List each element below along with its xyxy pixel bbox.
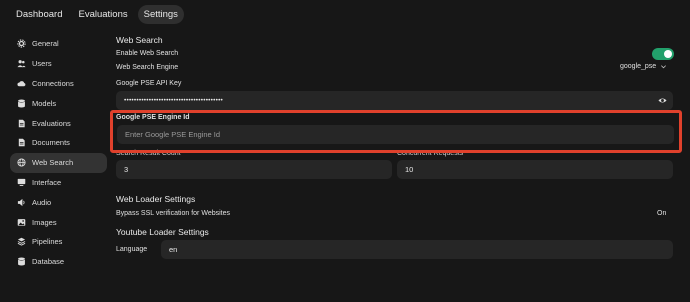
gear-icon [16, 39, 26, 49]
language-value: en [169, 245, 178, 254]
tab-settings[interactable]: Settings [137, 5, 184, 24]
sidebar-item-pipelines[interactable]: Pipelines [10, 232, 107, 252]
google-pse-engine-id-field[interactable] [117, 125, 674, 144]
monitor-icon [16, 177, 26, 187]
database-icon [16, 257, 26, 267]
sidebar-item-documents[interactable]: Documents [10, 133, 107, 153]
google-pse-api-key-field[interactable]: •••••••••••••••••••••••••••••••••••••••• [116, 91, 673, 110]
web-search-engine-select[interactable]: google_pse [620, 63, 667, 70]
sidebar-item-evaluations[interactable]: Evaluations [10, 113, 107, 133]
concurrent-requests-input[interactable]: 10 [397, 160, 673, 179]
sidebar-item-audio[interactable]: Audio [10, 192, 107, 212]
enable-web-search-label: Enable Web Search [116, 50, 179, 57]
highlight-box: Google PSE Engine Id [110, 110, 682, 153]
sidebar-item-database[interactable]: Database [10, 252, 107, 272]
sidebar-item-connections[interactable]: Connections [10, 74, 107, 94]
sidebar-item-label: Web Search [32, 158, 74, 168]
search-result-count-input[interactable]: 3 [116, 160, 392, 179]
sidebar-item-label: Audio [32, 197, 52, 207]
sidebar-item-label: Documents [32, 138, 70, 148]
toggle-knob [664, 50, 672, 58]
pipelines-icon [16, 237, 26, 247]
bypass-ssl-label: Bypass SSL verification for Websites [116, 210, 230, 217]
sidebar-item-label: Models [32, 98, 57, 108]
sidebar-item-images[interactable]: Images [10, 212, 107, 232]
sidebar-item-general[interactable]: General [10, 34, 107, 54]
tab-evaluations[interactable]: Evaluations [72, 5, 133, 24]
sidebar-item-label: Database [32, 257, 65, 267]
settings-sidebar: General Users Connections Models Evaluat… [10, 34, 107, 272]
chevron-down-icon [661, 65, 667, 69]
sidebar-item-label: Images [32, 217, 57, 227]
tab-dashboard[interactable]: Dashboard [10, 5, 68, 24]
section-title-web-loader: Web Loader Settings [116, 194, 196, 204]
language-label: Language [116, 246, 148, 253]
globe-icon [16, 158, 26, 168]
google-pse-engine-id-label: Google PSE Engine Id [116, 114, 190, 121]
sidebar-item-label: General [32, 39, 59, 49]
top-navigation: Dashboard Evaluations Settings [10, 5, 184, 24]
cloud-icon [16, 78, 26, 88]
sidebar-item-interface[interactable]: Interface [10, 173, 107, 193]
sidebar-item-web-search[interactable]: Web Search [10, 152, 107, 173]
api-key-masked-value: •••••••••••••••••••••••••••••••••••••••• [124, 97, 224, 104]
language-input[interactable]: en [161, 240, 673, 259]
sidebar-item-users[interactable]: Users [10, 54, 107, 74]
web-search-engine-value: google_pse [620, 63, 657, 70]
sidebar-item-models[interactable]: Models [10, 93, 107, 113]
enable-web-search-toggle[interactable] [652, 48, 674, 60]
sidebar-item-label: Users [32, 59, 52, 69]
google-pse-engine-id-input[interactable] [125, 130, 674, 139]
section-title-web-search: Web Search [116, 35, 163, 45]
document-icon [16, 138, 26, 148]
sidebar-item-label: Pipelines [32, 237, 63, 247]
sidebar-item-label: Connections [32, 78, 74, 88]
concurrent-requests-value: 10 [405, 165, 414, 174]
sidebar-item-label: Evaluations [32, 118, 71, 128]
sidebar-item-label: Interface [32, 177, 62, 187]
document-icon [16, 118, 26, 128]
database-icon [16, 98, 26, 108]
image-icon [16, 217, 26, 227]
section-title-youtube-loader: Youtube Loader Settings [116, 227, 209, 237]
search-result-count-value: 3 [124, 165, 129, 174]
eye-icon[interactable] [658, 96, 667, 105]
bypass-ssl-toggle[interactable]: On [657, 210, 666, 217]
web-search-engine-label: Web Search Engine [116, 64, 179, 71]
google-pse-api-key-label: Google PSE API Key [116, 80, 182, 87]
speaker-icon [16, 197, 26, 207]
users-icon [16, 59, 26, 69]
